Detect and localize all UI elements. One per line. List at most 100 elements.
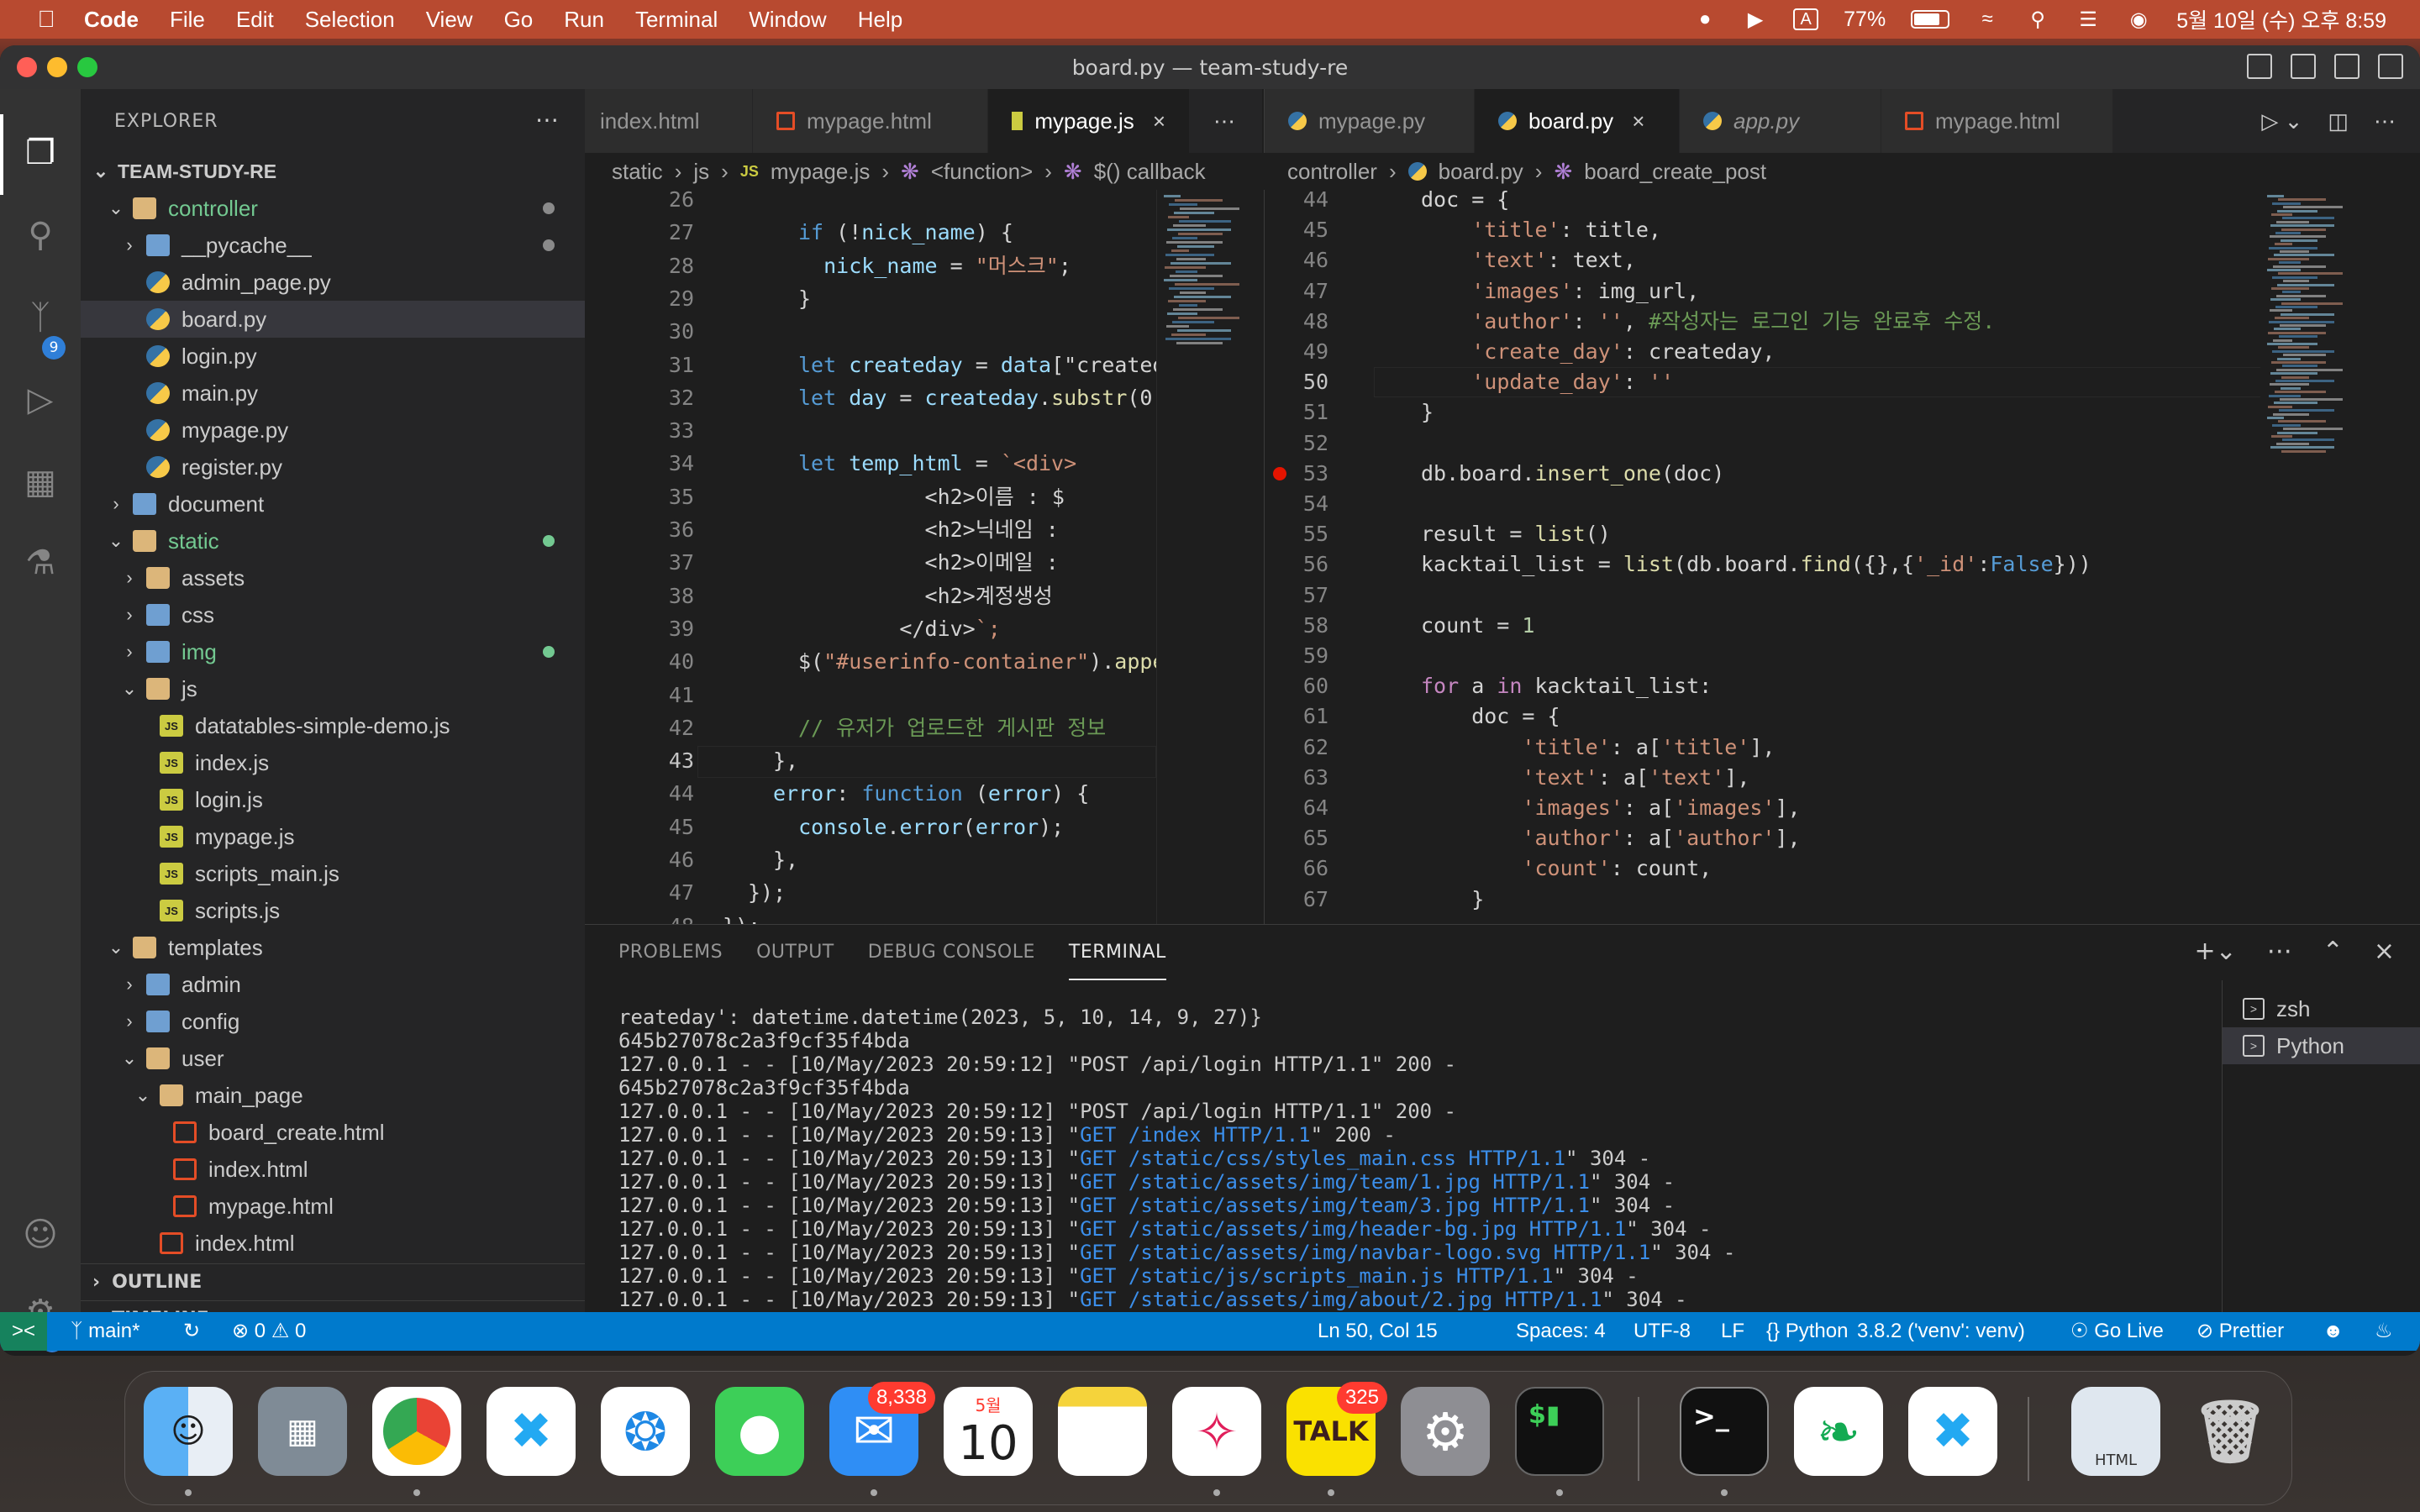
tree-item[interactable]: admin_page.py [81,264,585,301]
terminal-python[interactable]: > Python [2223,1027,2420,1064]
menu-selection[interactable]: Selection [305,7,395,33]
menu-app-name[interactable]: Code [84,7,139,33]
tab-debug-console[interactable]: DEBUG CONSOLE [868,925,1035,980]
menu-edit[interactable]: Edit [236,7,274,33]
code-line[interactable]: } [1421,397,1434,428]
right-minimap[interactable] [2260,190,2420,924]
input-method-icon[interactable]: A [1793,8,1819,30]
menu-clock[interactable]: 5월 10일 (수) 오후 8:59 [2176,4,2386,34]
code-line[interactable]: let temp_html = `<div> [798,449,1076,479]
workspace-root[interactable]: ⌄ TEAM-STUDY-RE [81,153,585,190]
sync-icon[interactable]: ↻ [183,1312,200,1351]
editor-more-icon[interactable]: ⋯ [1190,89,1262,153]
right-code-editor[interactable]: 44 doc = {45 'title': title, 46 'text': te… [1264,190,2260,924]
control-center-icon[interactable]: ☰ [2075,8,2101,31]
testing-icon[interactable]: ⚗ [17,539,64,586]
tab-terminal[interactable]: TERMINAL [1068,925,1166,980]
code-line[interactable]: for a in kacktail_list: [1421,671,1712,701]
tab-mypage-js[interactable]: mypage.js × [988,89,1190,153]
code-line[interactable]: 'title': a['title'], [1421,732,1775,763]
tree-item[interactable]: mypage.html [81,1188,585,1225]
tree-item[interactable]: JS index.js [81,744,585,781]
fullscreen-window-button[interactable] [77,57,97,77]
breadcrumb-item[interactable]: js [693,159,709,185]
notes-icon[interactable] [1058,1387,1147,1476]
tree-item[interactable]: JS mypage.js [81,818,585,855]
tab-index-html[interactable]: index.html [585,89,753,153]
code-line[interactable]: } [798,284,811,314]
calendar-icon[interactable]: 5월 10 [944,1387,1033,1476]
code-line[interactable]: 'author': '', #작성자는 로그인 기능 완료후 수정. [1421,307,1995,337]
code-line[interactable]: 'create_day': createday, [1421,337,1775,367]
tree-item[interactable]: JS datatables-simple-demo.js [81,707,585,744]
tab-app-py[interactable]: app.py [1680,89,1881,153]
remote-indicator-icon[interactable]: >< [0,1312,47,1351]
breakpoint-icon[interactable] [1273,466,1286,480]
split-editor-icon[interactable]: ◫ [2328,108,2349,134]
code-line[interactable]: 'author': a['author'], [1421,823,1800,853]
menu-go[interactable]: Go [504,7,534,33]
cursor-position[interactable]: Ln 50, Col 15 [1318,1312,1438,1351]
siri-icon[interactable]: ◉ [2126,8,2151,31]
search-icon[interactable]: ⚲ [17,212,64,259]
language-mode[interactable]: {} Python [1766,1312,1848,1351]
code-line[interactable]: console.error(error); [773,812,1064,843]
accounts-icon[interactable]: ☺ [17,1211,64,1258]
vscode-icon[interactable]: ✖ [487,1387,576,1476]
tab-board-py[interactable]: board.py × [1475,89,1680,153]
tree-item[interactable]: register.py [81,449,585,486]
terminal-app-icon[interactable]: $▮ [1515,1387,1604,1476]
downloads-stack-icon[interactable]: HTML [2071,1387,2160,1476]
outline-section[interactable]: › OUTLINE [81,1263,585,1300]
vscode-recent-icon[interactable]: ✖ [1908,1387,1997,1476]
tree-item[interactable]: ⌄ controller [81,190,585,227]
code-line[interactable]: </div>`; [798,614,1000,644]
python-interpreter[interactable]: 3.8.2 ('venv': venv) [1857,1312,2025,1351]
tree-item[interactable]: index.html [81,1151,585,1188]
toggle-sidebar-icon[interactable] [2247,54,2272,79]
tree-item[interactable]: board_create.html [81,1114,585,1151]
mongodb-compass-icon[interactable]: ❧ [1794,1387,1883,1476]
breadcrumb-item[interactable]: <function> [931,159,1033,185]
code-line[interactable]: } [1421,885,1484,915]
problems-indicator[interactable]: ⊗ 0 ⚠ 0 [232,1312,306,1351]
breadcrumb-item[interactable]: static [612,159,663,185]
breadcrumb-item[interactable]: $() callback [1094,159,1206,185]
customize-layout-icon[interactable] [2378,54,2403,79]
code-line[interactable]: 'images': a['images'], [1421,793,1800,823]
toggle-secondary-sidebar-icon[interactable] [2334,54,2360,79]
tree-item[interactable]: JS login.js [81,781,585,818]
code-line[interactable]: <h2>닉네임 : [798,515,1059,545]
notifications-bell-icon[interactable]: ♨ [2375,1312,2393,1351]
code-line[interactable]: 'count': count, [1421,853,1712,884]
go-live[interactable]: ☉ Go Live [2070,1312,2164,1351]
tree-item[interactable]: JS scripts.js [81,892,585,929]
tree-item[interactable]: › config [81,1003,585,1040]
close-tab-icon[interactable]: × [1153,108,1165,134]
code-line[interactable]: if (!nick_name) { [798,218,1013,248]
run-debug-icon[interactable]: ▷ [17,376,64,423]
code-line[interactable]: }); [723,911,760,924]
code-line[interactable]: <h2>계정생성 [798,581,1053,612]
panel-more-icon[interactable]: ⋯ [2267,937,2292,966]
slack-icon[interactable]: ✧ [1172,1387,1261,1476]
tree-item[interactable]: › assets [81,559,585,596]
battery-icon[interactable] [1911,10,1950,29]
code-line[interactable]: error: function (error) { [773,779,1089,809]
tab-problems[interactable]: PROBLEMS [618,925,723,980]
encoding[interactable]: UTF-8 [1634,1312,1691,1351]
tree-item[interactable]: board.py [81,301,585,338]
toggle-panel-icon[interactable] [2291,54,2316,79]
code-line[interactable]: db.board.insert_one(doc) [1421,459,1724,489]
tab-mypage-py[interactable]: mypage.py [1265,89,1475,153]
code-line[interactable]: <h2>이메일 : [798,548,1059,578]
explorer-icon[interactable]: ❐ [17,129,64,176]
tree-item[interactable]: › img [81,633,585,670]
tree-item[interactable]: ⌄ templates [81,929,585,966]
new-terminal-icon[interactable]: +⌄ [2194,937,2236,966]
tree-item[interactable]: ⌄ js [81,670,585,707]
kakaotalk-icon[interactable]: TALK 325 [1286,1382,1387,1476]
code-line[interactable]: 'title': title, [1421,215,1661,245]
tab-output[interactable]: OUTPUT [756,925,834,980]
breadcrumb-item[interactable]: mypage.js [771,159,871,185]
